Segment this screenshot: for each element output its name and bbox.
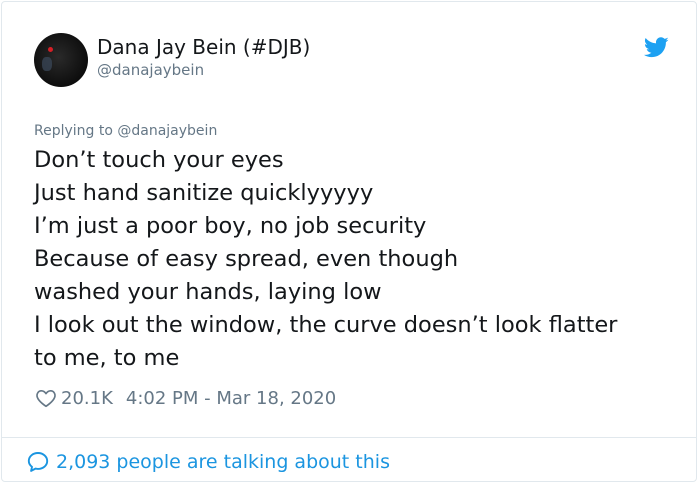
tweet-line: washed your hands, laying low [34,279,382,305]
avatar-red-dot [48,47,53,52]
author-handle[interactable]: @danajaybein [97,61,204,79]
avatar-figure [42,57,52,71]
tweet-line: I’m just a poor boy, no job security [34,213,427,239]
conversation-text[interactable]: 2,093 people are talking about this [56,451,390,473]
tweet-line: Because of easy spread, even though [34,246,459,272]
like-count[interactable]: 20.1K [61,388,113,409]
tweet-card: Dana Jay Bein (#DJB) @danajaybein Replyi… [1,1,697,482]
divider [2,437,696,438]
tweet-line: Don’t touch your eyes [34,147,284,173]
tweet-text: Don’t touch your eyes Just hand sanitize… [34,144,674,375]
avatar[interactable] [34,33,88,87]
tweet-timestamp[interactable]: 4:02 PM - Mar 18, 2020 [126,388,336,409]
heart-icon[interactable] [35,387,57,409]
author-display-name[interactable]: Dana Jay Bein (#DJB) [97,35,310,59]
tweet-line: Just hand sanitize quicklyyyyy [34,180,374,206]
tweet-meta: 20.1K 4:02 PM - Mar 18, 2020 [35,386,336,410]
tweet-line: to me, to me [34,345,180,371]
replying-to[interactable]: Replying to @danajaybein [34,123,217,139]
speech-bubble-icon [27,452,49,472]
tweet-line: I look out the window, the curve doesn’t… [34,312,618,338]
conversation-link[interactable]: 2,093 people are talking about this [26,450,390,474]
twitter-bird-icon[interactable] [644,37,669,58]
